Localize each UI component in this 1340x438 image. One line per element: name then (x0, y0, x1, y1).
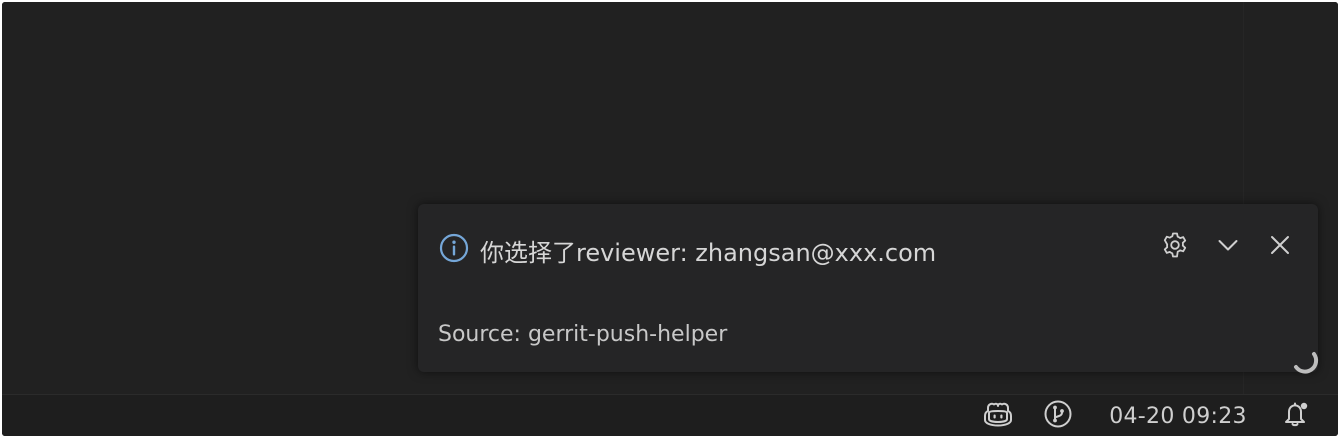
editor-window: 你选择了reviewer: zhangsan@xxx.com Source: g… (2, 2, 1338, 436)
notification-message: 你选择了reviewer: zhangsan@xxx.com (480, 239, 937, 267)
notification-settings-button[interactable] (1158, 230, 1192, 264)
git-graph-status-button[interactable] (1038, 395, 1078, 436)
copilot-icon (982, 400, 1014, 433)
notification-toast: 你选择了reviewer: zhangsan@xxx.com Source: g… (418, 204, 1318, 372)
gear-icon (1160, 230, 1190, 265)
close-icon (1268, 233, 1292, 262)
git-graph-icon (1043, 399, 1073, 434)
notifications-status-button[interactable] (1276, 395, 1316, 436)
copilot-status-button[interactable] (978, 395, 1018, 436)
notification-collapse-button[interactable] (1211, 230, 1245, 264)
bell-dot-icon (1281, 399, 1311, 434)
loading-spinner-icon (1290, 348, 1320, 378)
notification-source: Source: gerrit-push-helper (438, 322, 728, 347)
chevron-down-icon (1215, 232, 1241, 263)
status-datetime[interactable]: 04-20 09:23 (1098, 395, 1258, 436)
notification-close-button[interactable] (1263, 230, 1297, 264)
info-icon (438, 232, 470, 264)
status-bar: 04-20 09:23 (2, 394, 1338, 436)
